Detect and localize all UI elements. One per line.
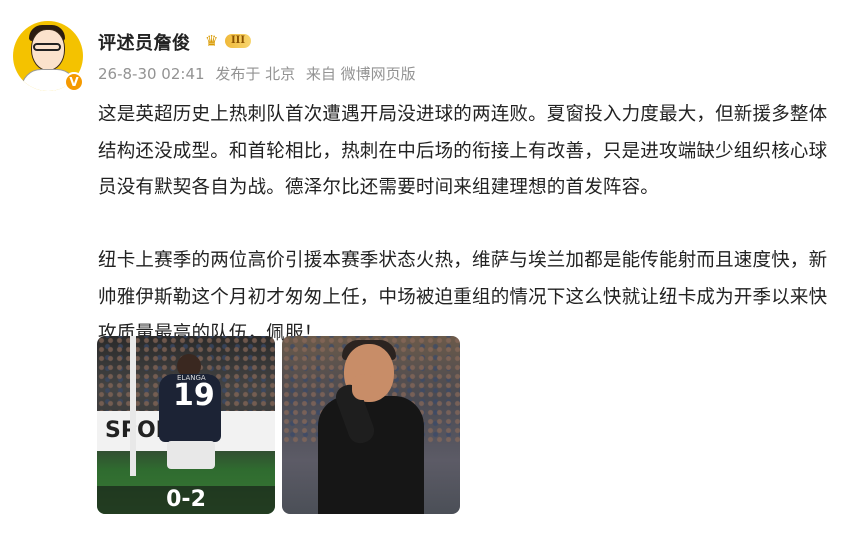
post-location: 发布于 北京 [215,65,296,83]
post-meta: 26-8-30 02:41 发布于 北京 来自 微博网页版 [98,63,422,84]
username[interactable]: 评述员詹俊 [98,29,191,55]
level-label: III [225,34,252,48]
crown-icon: ♛ [205,32,219,50]
score-overlay: 0-2 [97,486,275,514]
post-image-match[interactable]: SPORT ELANGA 19 0-2 [97,336,275,514]
coach-hand [352,374,374,400]
post-source: 来自 微博网页版 [305,65,416,83]
verified-icon: V [64,72,84,92]
coach-body [318,396,424,514]
post-image-coach[interactable] [282,336,460,514]
player-shorts [167,441,215,469]
goal-post [130,336,136,476]
level-badge[interactable]: ♛ III [205,32,257,50]
player-number: 19 [173,378,215,413]
post-timestamp[interactable]: 26-8-30 02:41 [98,65,205,83]
avatar-glasses [33,43,61,51]
post-paragraph: 这是英超历史上热刺队首次遭遇开局没进球的两连败。夏窗投入力度最大，但新援多整体结… [98,104,828,198]
post-body: 这是英超历史上热刺队首次遭遇开局没进球的两连败。夏窗投入力度最大，但新援多整体结… [98,97,832,353]
